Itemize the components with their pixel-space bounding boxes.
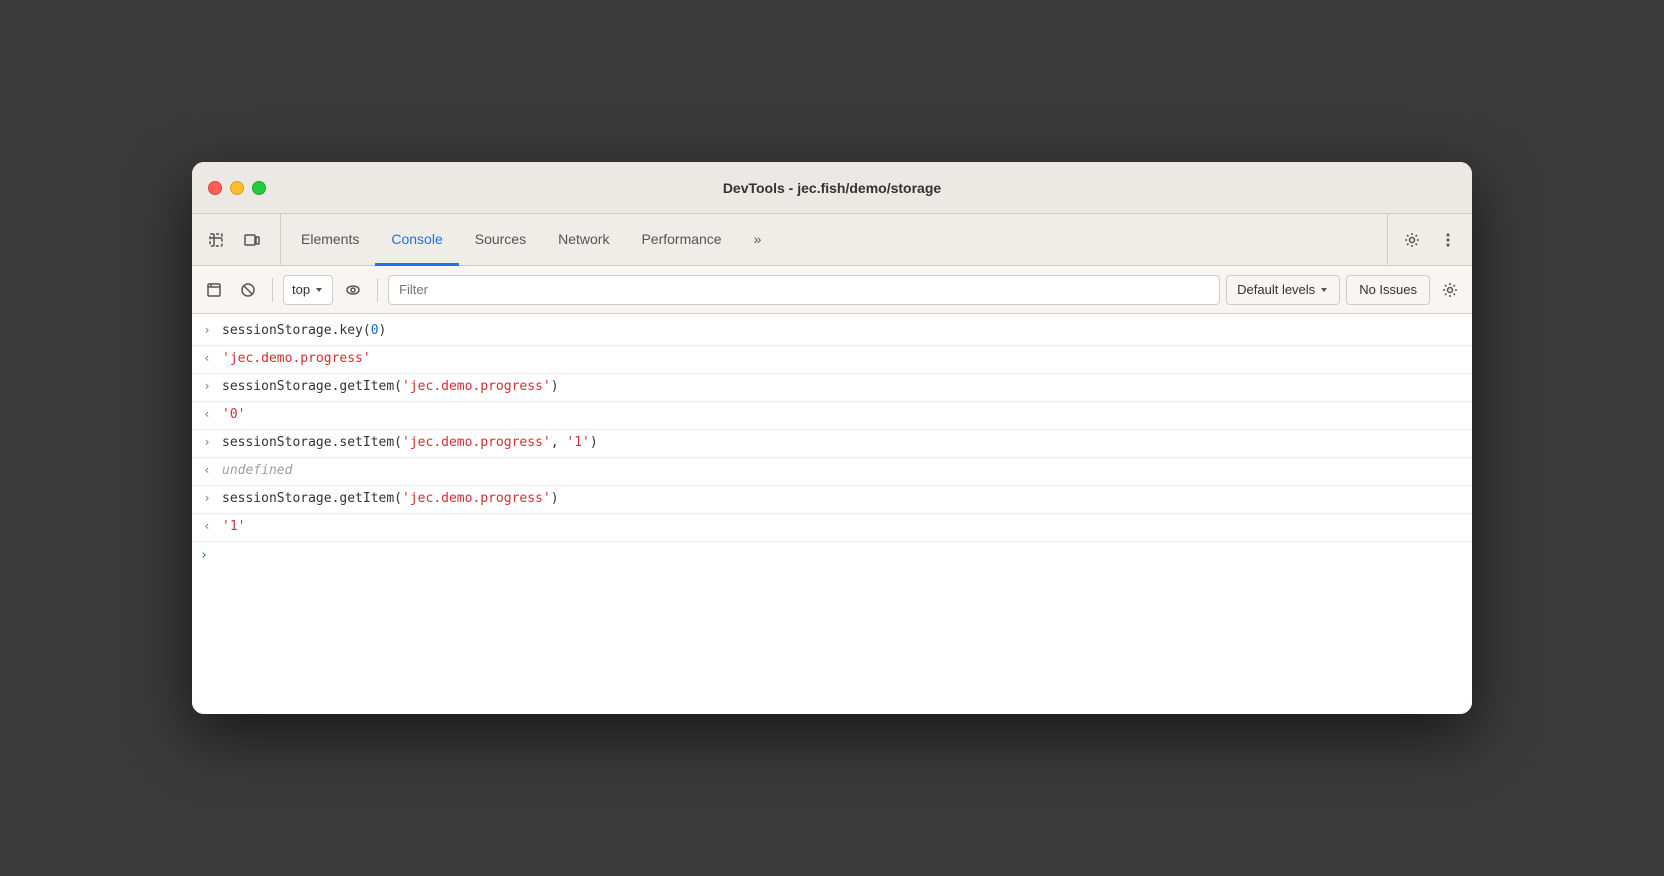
tab-bar-right [1387, 214, 1464, 265]
tab-performance[interactable]: Performance [625, 215, 737, 266]
tab-network[interactable]: Network [542, 215, 625, 266]
tab-sources[interactable]: Sources [459, 215, 542, 266]
block-button[interactable] [234, 276, 262, 304]
watch-button[interactable] [339, 276, 367, 304]
title-bar: DevTools - jec.fish/demo/storage [192, 162, 1472, 214]
output-arrow: ‹ [200, 461, 214, 480]
maximize-button[interactable] [252, 181, 266, 195]
input-arrow: › [200, 321, 214, 340]
context-selector[interactable]: top [283, 275, 333, 305]
traffic-lights [208, 181, 266, 195]
log-levels-button[interactable]: Default levels [1226, 275, 1340, 305]
console-line[interactable]: › sessionStorage.setItem('jec.demo.progr… [192, 430, 1472, 458]
output-arrow: ‹ [200, 349, 214, 368]
toolbar-divider-2 [377, 278, 378, 302]
tabs-container: Elements Console Sources Network Perform… [285, 214, 1387, 265]
console-settings-button[interactable] [1436, 276, 1464, 304]
filter-input[interactable] [388, 275, 1220, 305]
chevron-down-icon [314, 285, 324, 295]
console-line[interactable]: › sessionStorage.getItem('jec.demo.progr… [192, 486, 1472, 514]
console-output: › sessionStorage.key(0) ‹ 'jec.demo.prog… [192, 314, 1472, 714]
console-line[interactable]: › sessionStorage.getItem('jec.demo.progr… [192, 374, 1472, 402]
tab-bar: Elements Console Sources Network Perform… [192, 214, 1472, 266]
console-prompt[interactable]: › [192, 542, 1472, 571]
output-arrow: ‹ [200, 517, 214, 536]
input-arrow: › [200, 489, 214, 508]
input-arrow: › [200, 433, 214, 452]
clear-console-button[interactable] [200, 276, 228, 304]
toolbar-divider [272, 278, 273, 302]
device-toolbar-button[interactable] [236, 224, 268, 256]
output-arrow: ‹ [200, 405, 214, 424]
devtools-window: DevTools - jec.fish/demo/storage [192, 162, 1472, 714]
window-title: DevTools - jec.fish/demo/storage [723, 180, 941, 196]
console-line[interactable]: ‹ '1' [192, 514, 1472, 542]
prompt-arrow: › [200, 546, 208, 567]
console-line[interactable]: ‹ 'jec.demo.progress' [192, 346, 1472, 374]
chevron-down-icon-2 [1319, 285, 1329, 295]
no-issues-label: No Issues [1359, 282, 1417, 297]
input-arrow: › [200, 377, 214, 396]
settings-button[interactable] [1396, 224, 1428, 256]
console-toolbar: top Default levels No Issues [192, 266, 1472, 314]
console-line[interactable]: ‹ '0' [192, 402, 1472, 430]
minimize-button[interactable] [230, 181, 244, 195]
tab-console[interactable]: Console [375, 215, 458, 266]
tab-elements[interactable]: Elements [285, 215, 375, 266]
log-levels-label: Default levels [1237, 282, 1315, 297]
console-line[interactable]: › sessionStorage.key(0) [192, 318, 1472, 346]
tab-more[interactable]: » [738, 215, 778, 266]
inspect-element-button[interactable] [200, 224, 232, 256]
tab-bar-tools [200, 214, 281, 265]
more-options-button[interactable] [1432, 224, 1464, 256]
close-button[interactable] [208, 181, 222, 195]
console-line[interactable]: ‹ undefined [192, 458, 1472, 486]
context-value: top [292, 282, 310, 297]
no-issues-button[interactable]: No Issues [1346, 275, 1430, 305]
